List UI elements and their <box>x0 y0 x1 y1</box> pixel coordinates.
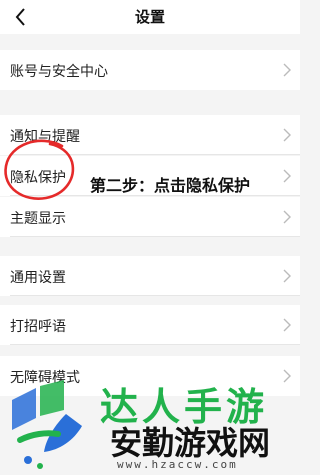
settings-row-label: 账号与安全中心 <box>10 64 108 80</box>
settings-row-greeting[interactable]: 打招呼语 <box>0 305 300 345</box>
page-title: 设置 <box>134 8 165 26</box>
chevron-right-icon <box>283 210 291 224</box>
settings-row-label: 主题显示 <box>10 211 66 227</box>
chevron-right-icon <box>283 269 291 283</box>
settings-row-label: 通用设置 <box>10 270 66 286</box>
annotation-step-text: 第二步：点击隐私保护 <box>90 176 251 195</box>
chevron-right-icon <box>283 169 291 183</box>
chevron-right-icon <box>283 63 291 77</box>
settings-row-account-security[interactable]: 账号与安全中心 <box>0 50 300 90</box>
settings-row-general[interactable]: 通用设置 <box>0 256 300 296</box>
row-divider <box>10 295 300 296</box>
settings-screen: 设置 账号与安全中心 通知与提醒 隐私保护 主题显示 通用设置 打招呼语 无障碍… <box>0 0 300 475</box>
row-divider <box>10 236 300 237</box>
watermark-logo-icon <box>12 380 82 469</box>
chevron-right-icon <box>283 318 291 332</box>
annotation-circle <box>4 139 75 200</box>
row-divider <box>10 344 300 345</box>
nav-bar: 设置 <box>0 0 300 34</box>
watermark-url: www.hzaccw.com <box>117 458 238 471</box>
chevron-right-icon <box>283 128 291 142</box>
chevron-right-icon <box>283 369 291 383</box>
settings-row-label: 打招呼语 <box>10 319 66 335</box>
